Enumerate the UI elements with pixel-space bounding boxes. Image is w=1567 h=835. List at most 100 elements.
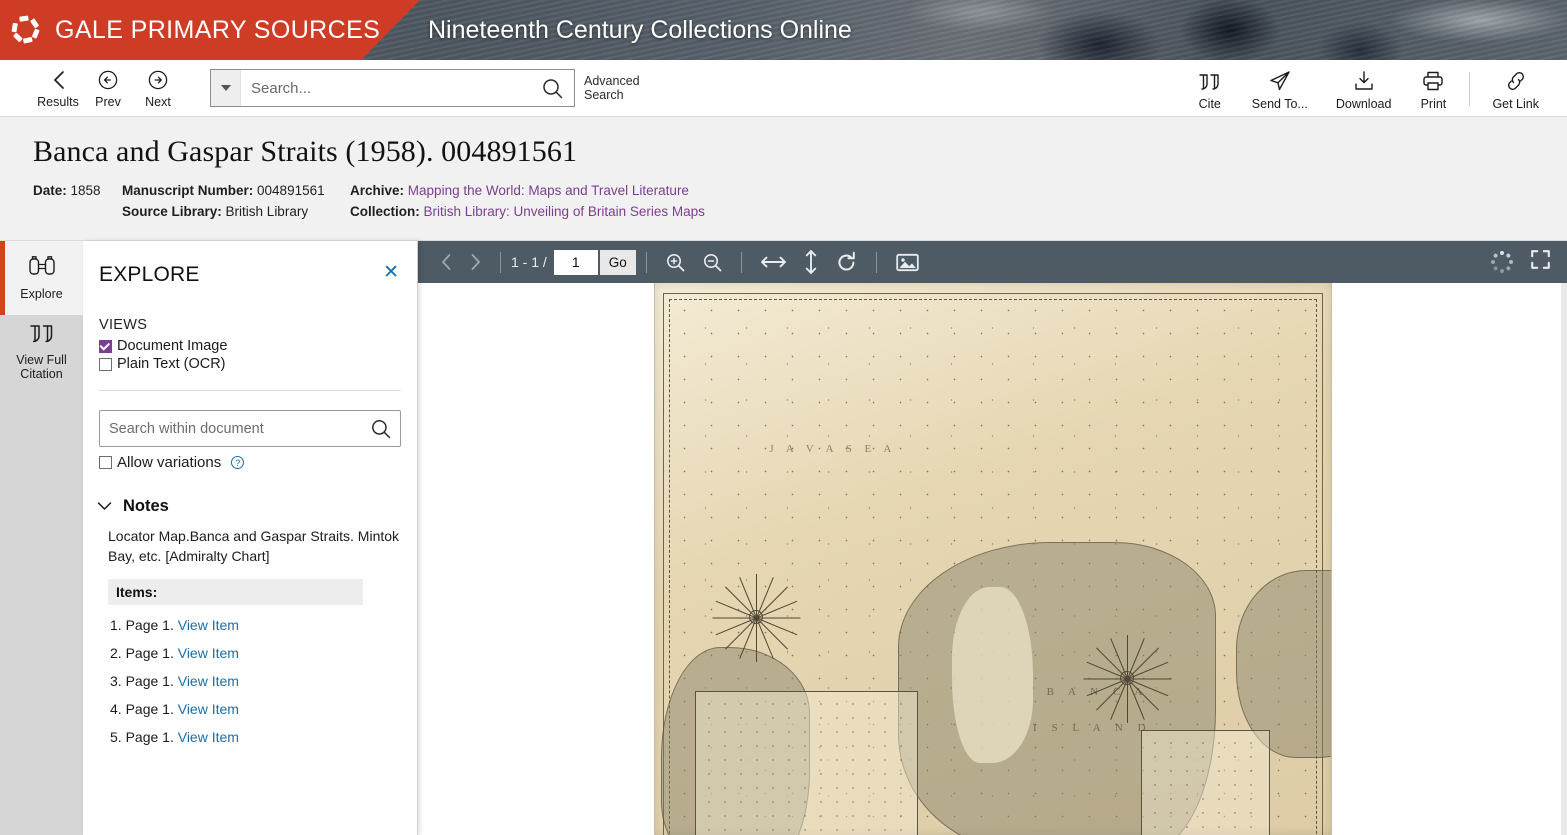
binoculars-icon — [27, 254, 57, 283]
link-chain-icon — [1503, 66, 1529, 92]
zoom-out-button[interactable] — [694, 241, 731, 283]
rotate-clockwise-icon — [838, 251, 855, 270]
item-page: Page 1. — [125, 616, 174, 633]
collection-field: Collection: British Library: Unveiling o… — [350, 204, 705, 219]
send-to-button[interactable]: Send To... — [1238, 66, 1322, 111]
search-icon — [372, 419, 391, 438]
zoom-in-button[interactable] — [657, 241, 694, 283]
view-item-link[interactable]: View Item — [178, 673, 239, 689]
archive-link[interactable]: Mapping the World: Maps and Travel Liter… — [408, 183, 689, 198]
image-icon — [896, 253, 919, 271]
quote-icon — [28, 323, 56, 349]
brand-banner: GALE PRIMARY SOURCES Nineteenth Century … — [0, 0, 1567, 60]
fit-height-button[interactable] — [795, 241, 827, 283]
collection-link[interactable]: British Library: Unveiling of Britain Se… — [424, 204, 705, 219]
chevron-left-icon — [49, 68, 68, 92]
date-field: Date: 1858 — [33, 183, 122, 198]
search-submit-button[interactable] — [530, 77, 574, 100]
content-area: Explore View Full Citation EXPLORE ✕ VIE… — [0, 241, 1567, 835]
manuscript-value: 004891561 — [257, 183, 325, 198]
checkbox-checked-icon — [99, 339, 112, 353]
chevron-left-icon — [442, 254, 451, 270]
brand-logo-group[interactable]: GALE PRIMARY SOURCES — [0, 0, 380, 60]
download-button[interactable]: Download — [1322, 66, 1406, 111]
toolbar-divider — [1469, 71, 1471, 106]
next-label: Next — [145, 94, 171, 109]
list-item: 3. Page 1. View Item — [108, 673, 401, 689]
item-number: 2. — [110, 644, 122, 661]
print-button[interactable]: Print — [1405, 66, 1461, 111]
view-item-link[interactable]: View Item — [178, 617, 239, 633]
question-mark-icon[interactable]: ? — [231, 456, 245, 469]
results-button[interactable]: Results — [36, 68, 80, 109]
search-within-input[interactable] — [100, 420, 362, 437]
notes-text: Locator Map.Banca and Gaspar Straits. Mi… — [108, 528, 400, 565]
archive-field: Archive: Mapping the World: Maps and Tra… — [350, 183, 689, 198]
navigation-group: Results Prev Next — [0, 68, 180, 109]
viewer-next-page-button[interactable] — [461, 241, 490, 283]
advanced-search-link[interactable]: Advanced Search — [584, 74, 654, 103]
rotate-button[interactable] — [827, 241, 866, 283]
download-label: Download — [1335, 97, 1392, 111]
left-rail: Explore View Full Citation — [0, 241, 83, 835]
sidebar-item-view-full-citation[interactable]: View Full Citation — [0, 315, 83, 389]
notes-header[interactable]: Notes — [83, 471, 417, 516]
prev-button[interactable]: Prev — [86, 68, 130, 109]
fullscreen-button[interactable] — [1530, 249, 1551, 275]
inset-chart-right — [1141, 730, 1270, 835]
printer-icon — [1421, 66, 1445, 92]
viewer-toolbar: 1 - 1 / Go — [418, 241, 1567, 283]
page-number-input[interactable] — [553, 249, 598, 275]
allow-variations-row[interactable]: Allow variations ? — [99, 454, 401, 471]
advanced-search-line1: Advanced — [584, 73, 640, 88]
brand-name: GALE PRIMARY SOURCES — [55, 15, 381, 44]
download-icon — [1352, 66, 1376, 92]
item-page: Page 1. — [125, 728, 174, 745]
chevron-down-icon — [220, 85, 231, 91]
viewer-stage[interactable]: J A V A S E A B A N C A I S L A N D — [418, 283, 1567, 835]
fit-width-icon — [760, 256, 786, 268]
cite-button[interactable]: Cite — [1182, 66, 1238, 111]
document-actions: Cite Send To... Download Print Get Link — [1182, 60, 1553, 117]
sidebar-item-explore[interactable]: Explore — [0, 241, 83, 315]
cite-label: Cite — [1198, 97, 1221, 111]
search-input[interactable] — [241, 70, 530, 106]
viewer-prev-page-button[interactable] — [432, 241, 461, 283]
close-icon[interactable]: ✕ — [383, 263, 399, 282]
manuscript-label: Manuscript Number: — [122, 183, 254, 198]
view-item-link[interactable]: View Item — [178, 729, 239, 745]
view-item-link[interactable]: View Item — [178, 645, 239, 661]
page-title: Banca and Gaspar Straits (1958). 0048915… — [33, 135, 578, 168]
next-button[interactable]: Next — [136, 68, 180, 109]
view-option-document-image[interactable]: Document Image — [99, 338, 401, 354]
loading-spinner-icon — [1490, 251, 1513, 273]
search-scope-dropdown[interactable] — [211, 70, 241, 106]
image-settings-button[interactable] — [887, 241, 928, 283]
fullscreen-icon — [1531, 250, 1550, 269]
fit-width-button[interactable] — [752, 241, 795, 283]
zoom-out-icon — [703, 253, 722, 271]
views-heading: VIEWS — [99, 317, 148, 333]
search-within-submit-button[interactable] — [362, 418, 400, 440]
explore-panel: EXPLORE ✕ VIEWS Document Image Plain Tex… — [83, 241, 418, 835]
date-value: 1858 — [70, 183, 101, 198]
product-title: Nineteenth Century Collections Online — [428, 15, 852, 44]
get-link-button[interactable]: Get Link — [1478, 66, 1553, 111]
send-to-label: Send To... — [1251, 97, 1308, 111]
viewer-toolbar-divider — [740, 251, 742, 273]
viewer-scrollbar[interactable] — [1561, 283, 1567, 835]
mintok-bay — [951, 586, 1034, 764]
print-label: Print — [1420, 97, 1447, 111]
document-image[interactable]: J A V A S E A B A N C A I S L A N D — [653, 283, 1332, 835]
get-link-label: Get Link — [1492, 97, 1539, 111]
list-item: 5. Page 1. View Item — [108, 729, 401, 745]
page-go-button[interactable]: Go — [599, 249, 636, 275]
prev-label: Prev — [95, 94, 121, 109]
viewer-toolbar-divider — [645, 251, 647, 273]
document-header: Banca and Gaspar Straits (1958). 0048915… — [0, 117, 1567, 241]
checkbox-unchecked-icon — [99, 357, 112, 371]
gale-burst-icon — [10, 14, 42, 46]
view-item-link[interactable]: View Item — [178, 701, 239, 717]
explore-label: Explore — [20, 287, 63, 302]
view-option-plain-text[interactable]: Plain Text (OCR) — [99, 356, 401, 372]
